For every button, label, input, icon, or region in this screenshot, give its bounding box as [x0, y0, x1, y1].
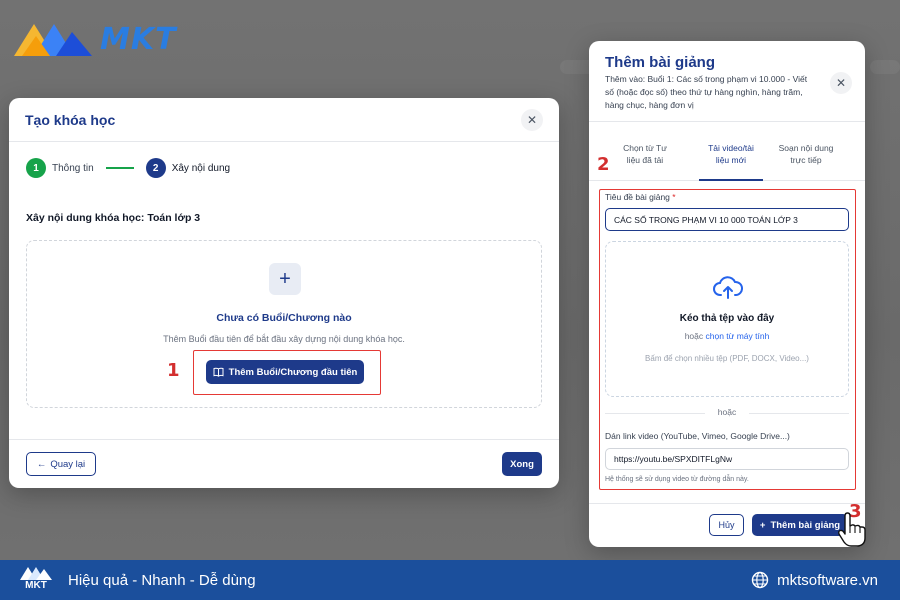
tab-label-line: liệu mới — [715, 155, 747, 165]
book-icon — [213, 367, 224, 377]
step-2-label: Xây nội dung — [171, 162, 231, 174]
modal-title: Tạo khóa học — [25, 111, 116, 128]
globe-icon — [751, 571, 769, 589]
required-marker: * — [672, 192, 676, 202]
mkt-logo-icon — [14, 24, 92, 56]
slogan: Hiệu quả - Nhanh - Dễ dùng — [68, 571, 256, 589]
close-button[interactable]: ✕ — [521, 108, 543, 131]
close-icon: ✕ — [526, 112, 538, 127]
tab-uploaded-library[interactable]: Chọn từ Tư liệu đã tải — [605, 142, 685, 166]
footer-bar: MKT Hiệu quả - Nhanh - Dễ dùng mktsoftwa… — [0, 560, 900, 600]
add-lecture-button[interactable]: + Thêm bài giảng — [752, 514, 848, 536]
footer-logo-icon — [20, 567, 52, 580]
add-chapter-plus-button[interactable]: + — [269, 263, 301, 295]
modal-subtitle: Thêm vào: Buổi 1: Các số trong phạm vi 1… — [605, 74, 808, 110]
drop-zone-or-line: hoặc chọn từ máy tính — [606, 331, 848, 341]
annotation-number-1: 1 — [167, 360, 180, 381]
empty-state: + Chưa có Buổi/Chương nào Thêm Buổi đầu … — [26, 240, 542, 408]
add-lecture-modal: Thêm bài giảng Thêm vào: Buổi 1: Các số … — [589, 41, 865, 547]
active-tab-indicator — [699, 179, 763, 181]
source-tabs: Chọn từ Tư liệu đã tải Tải video/tài liệ… — [589, 121, 865, 181]
close-button[interactable]: ✕ — [830, 72, 852, 94]
step-2-dot: 2 — [145, 158, 166, 178]
empty-state-title: Chưa có Buổi/Chương nào — [216, 312, 352, 324]
video-link-hint: Hệ thống sẽ sử dụng video từ đường dẫn n… — [605, 476, 749, 483]
file-drop-zone[interactable]: Kéo thả tệp vào đây hoặc chọn từ máy tín… — [605, 241, 849, 397]
modal-footer-divider — [589, 503, 865, 504]
drop-zone-hint: Bấm để chọn nhiều tệp (PDF, DOCX, Video.… — [645, 354, 809, 363]
pointer-hand-icon — [838, 512, 866, 547]
tab-compose-direct[interactable]: Soạn nội dung trực tiếp — [766, 142, 846, 166]
modal-footer-divider — [9, 439, 559, 440]
choose-from-computer-link[interactable]: chọn từ máy tính — [706, 331, 770, 341]
step-1-dot: 1 — [26, 158, 46, 178]
cancel-button[interactable]: Hủy — [709, 514, 744, 536]
tab-label-line: liệu đã tải — [626, 155, 664, 165]
tab-label-line: trực tiếp — [790, 155, 822, 165]
mkt-logo: MKT — [12, 18, 177, 60]
tab-label-line: Chọn từ Tư — [623, 143, 667, 153]
create-course-modal: Tạo khóa học ✕ 1 Thông tin 2 Xây nội dun… — [9, 98, 559, 488]
divider-line — [749, 413, 849, 414]
drop-zone-or: hoặc — [684, 331, 704, 341]
logo-text: MKT — [100, 21, 177, 57]
footer-logo: MKT — [16, 565, 56, 595]
stepper: 1 Thông tin 2 Xây nội dung — [9, 142, 559, 194]
close-icon: ✕ — [835, 76, 847, 90]
cancel-label: Hủy — [718, 520, 735, 530]
annotation-number-2: 2 — [597, 154, 610, 175]
title-field-label: Tiêu đề bài giảng * — [605, 192, 676, 202]
video-link-label: Dán link video (YouTube, Vimeo, Google D… — [605, 431, 790, 441]
cloud-upload-icon — [713, 276, 743, 299]
video-link-input[interactable]: https://youtu.be/SPXDITFLgNw — [605, 448, 849, 470]
video-link-value: https://youtu.be/SPXDITFLgNw — [614, 454, 733, 464]
lecture-title-value: CÁC SỐ TRONG PHẠM VI 10 000 TOÁN LỚP 3 — [614, 214, 798, 225]
footer-logo-text: MKT — [25, 580, 47, 591]
tab-label-line: Soạn nội dung — [778, 143, 834, 153]
back-button[interactable]: ← Quay lại — [26, 452, 96, 476]
step-1-label: Thông tin — [52, 162, 94, 174]
tab-upload-new[interactable]: Tải video/tài liệu mới — [691, 142, 771, 166]
drop-zone-title: Kéo thả tệp vào đây — [679, 313, 775, 324]
arrow-left-icon: ← — [36, 458, 47, 470]
add-first-chapter-label: Thêm Buổi/Chương đầu tiên — [228, 366, 358, 378]
or-label: hoặc — [717, 407, 737, 417]
content-heading: Xây nội dung khóa học: Toán lớp 3 — [26, 212, 201, 224]
done-label: Xong — [510, 458, 534, 470]
modal-title: Thêm bài giảng — [605, 54, 716, 71]
back-label: Quay lại — [50, 458, 86, 470]
or-divider: hoặc — [605, 407, 849, 419]
add-first-chapter-button[interactable]: Thêm Buổi/Chương đầu tiên — [206, 360, 364, 384]
website-url: mktsoftware.vn — [777, 571, 878, 589]
done-button[interactable]: Xong — [502, 452, 542, 476]
plus-icon: + — [759, 519, 766, 531]
empty-state-description: Thêm Buổi đầu tiên để bắt đầu xây dựng n… — [163, 334, 405, 344]
website[interactable]: mktsoftware.vn — [751, 571, 878, 589]
plus-icon: + — [279, 267, 291, 290]
add-lecture-label: Thêm bài giảng — [770, 519, 841, 531]
tab-label-line: Tải video/tài — [708, 143, 754, 153]
title-label-text: Tiêu đề bài giảng — [605, 192, 670, 202]
lecture-title-input[interactable]: CÁC SỐ TRONG PHẠM VI 10 000 TOÁN LỚP 3 — [605, 208, 849, 231]
step-connector — [105, 167, 134, 169]
modal-header: Tạo khóa học ✕ — [9, 98, 559, 142]
